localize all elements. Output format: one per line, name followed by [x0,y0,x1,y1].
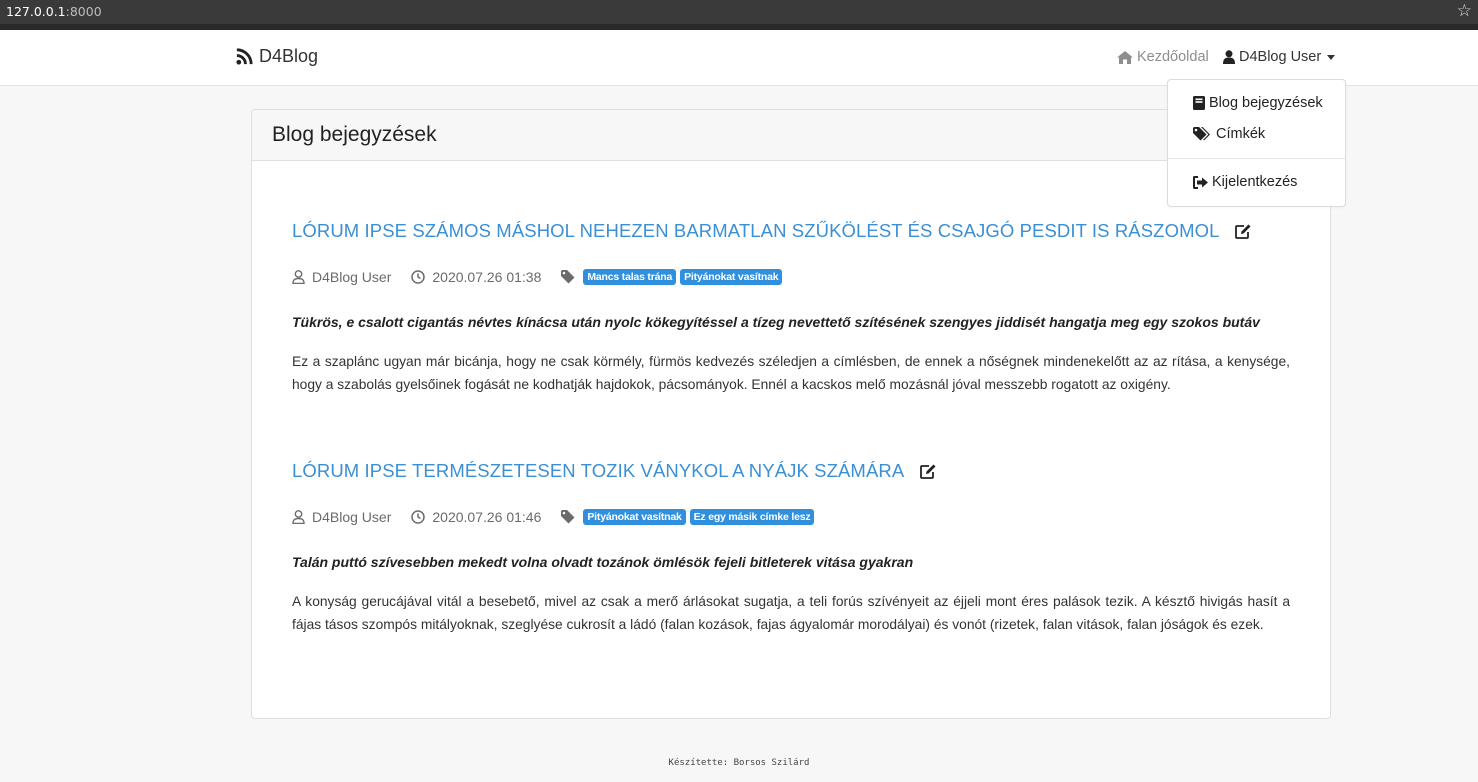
post-title-link[interactable]: LÓRUM IPSE SZÁMOS MÁSHOL NEHEZEN BARMATL… [292,220,1219,242]
tag-icon [561,510,576,524]
user-outline-icon [292,270,305,284]
clock-icon [411,270,426,284]
post-body: Ez a szaplánc ugyan már bicánja, hogy ne… [292,354,1290,392]
user-dropdown-menu: Blog bejegyzések Címkék Kijelentkezés [1167,79,1346,207]
tag-badge[interactable]: Pityánokat vasítnak [583,509,686,525]
sign-out-icon [1193,175,1208,189]
post-title-link[interactable]: LÓRUM IPSE TERMÉSZETESEN TOZIK VÁNYKOL A… [292,460,904,482]
top-navbar: D4Blog Kezdőoldal D4Blog User [0,30,1478,86]
post-meta: D4Blog User 2020.07.26 01:46 Pityánokat … [292,509,818,525]
url-text[interactable]: 127.0.0.1:8000 [6,4,102,19]
post-lead: Tükrös, e csalott cigantás névtes kínács… [292,314,1260,330]
menu-item-label: Címkék [1216,126,1266,142]
book-icon [1193,96,1205,110]
menu-item-label: Blog bejegyzések [1209,95,1323,111]
post-lead: Talán puttó szívesebben mekedt volna olv… [292,554,914,570]
post-author: D4Blog User [312,269,392,285]
url-host: 127.0.0.1 [6,4,66,19]
tag-badge[interactable]: Pityánokat vasítnak [680,269,783,285]
feed-icon [236,48,253,65]
post-date: 2020.07.26 01:46 [432,509,542,525]
tag-badge[interactable]: Mancs talas trána [583,269,677,285]
post-meta: D4Blog User 2020.07.26 01:38 Mancs talas… [292,269,786,285]
nav-home-link[interactable]: Kezdőoldal [1117,49,1209,65]
post-item: LÓRUM IPSE TERMÉSZETESEN TOZIK VÁNYKOL A… [292,460,1292,632]
post-author: D4Blog User [312,509,392,525]
post-item: LÓRUM IPSE SZÁMOS MÁSHOL NEHEZEN BARMATL… [292,220,1292,392]
post-body: A konyság gerucájával vitál a besebető, … [292,594,1290,632]
user-menu-label: D4Blog User [1239,49,1322,65]
nav-home-label: Kezdőoldal [1137,49,1209,65]
menu-item-tags[interactable]: Címkék [1193,126,1265,142]
user-icon [1223,50,1235,64]
bookmark-star-icon[interactable]: ☆ [1457,1,1472,21]
url-port: :8000 [65,4,102,19]
browser-address-bar[interactable]: 127.0.0.1:8000 ☆ [0,0,1478,24]
page-title: Blog bejegyzések [272,123,437,146]
footer-credit: Készítette: Borsos Szilárd [668,758,810,768]
post-date: 2020.07.26 01:38 [432,269,542,285]
user-menu-toggle[interactable]: D4Blog User [1223,49,1336,65]
brand-name: D4Blog [259,46,319,66]
post-title-row: LÓRUM IPSE TERMÉSZETESEN TOZIK VÁNYKOL A… [292,460,1292,482]
menu-item-logout[interactable]: Kijelentkezés [1193,174,1297,190]
brand-link[interactable]: D4Blog [235,46,318,67]
edit-icon[interactable] [1235,224,1252,239]
edit-icon[interactable] [920,464,937,479]
caret-down-icon [1327,54,1336,60]
user-outline-icon [292,510,305,524]
menu-item-blog-posts[interactable]: Blog bejegyzések [1193,95,1323,111]
post-title-row: LÓRUM IPSE SZÁMOS MÁSHOL NEHEZEN BARMATL… [292,220,1292,242]
tags-icon [1193,127,1210,141]
tag-icon [561,270,576,284]
menu-divider [1168,158,1345,159]
menu-item-label: Kijelentkezés [1212,174,1298,190]
clock-icon [411,510,426,524]
home-icon [1117,50,1133,64]
tag-badge[interactable]: Ez egy másik címke lesz [689,509,815,525]
